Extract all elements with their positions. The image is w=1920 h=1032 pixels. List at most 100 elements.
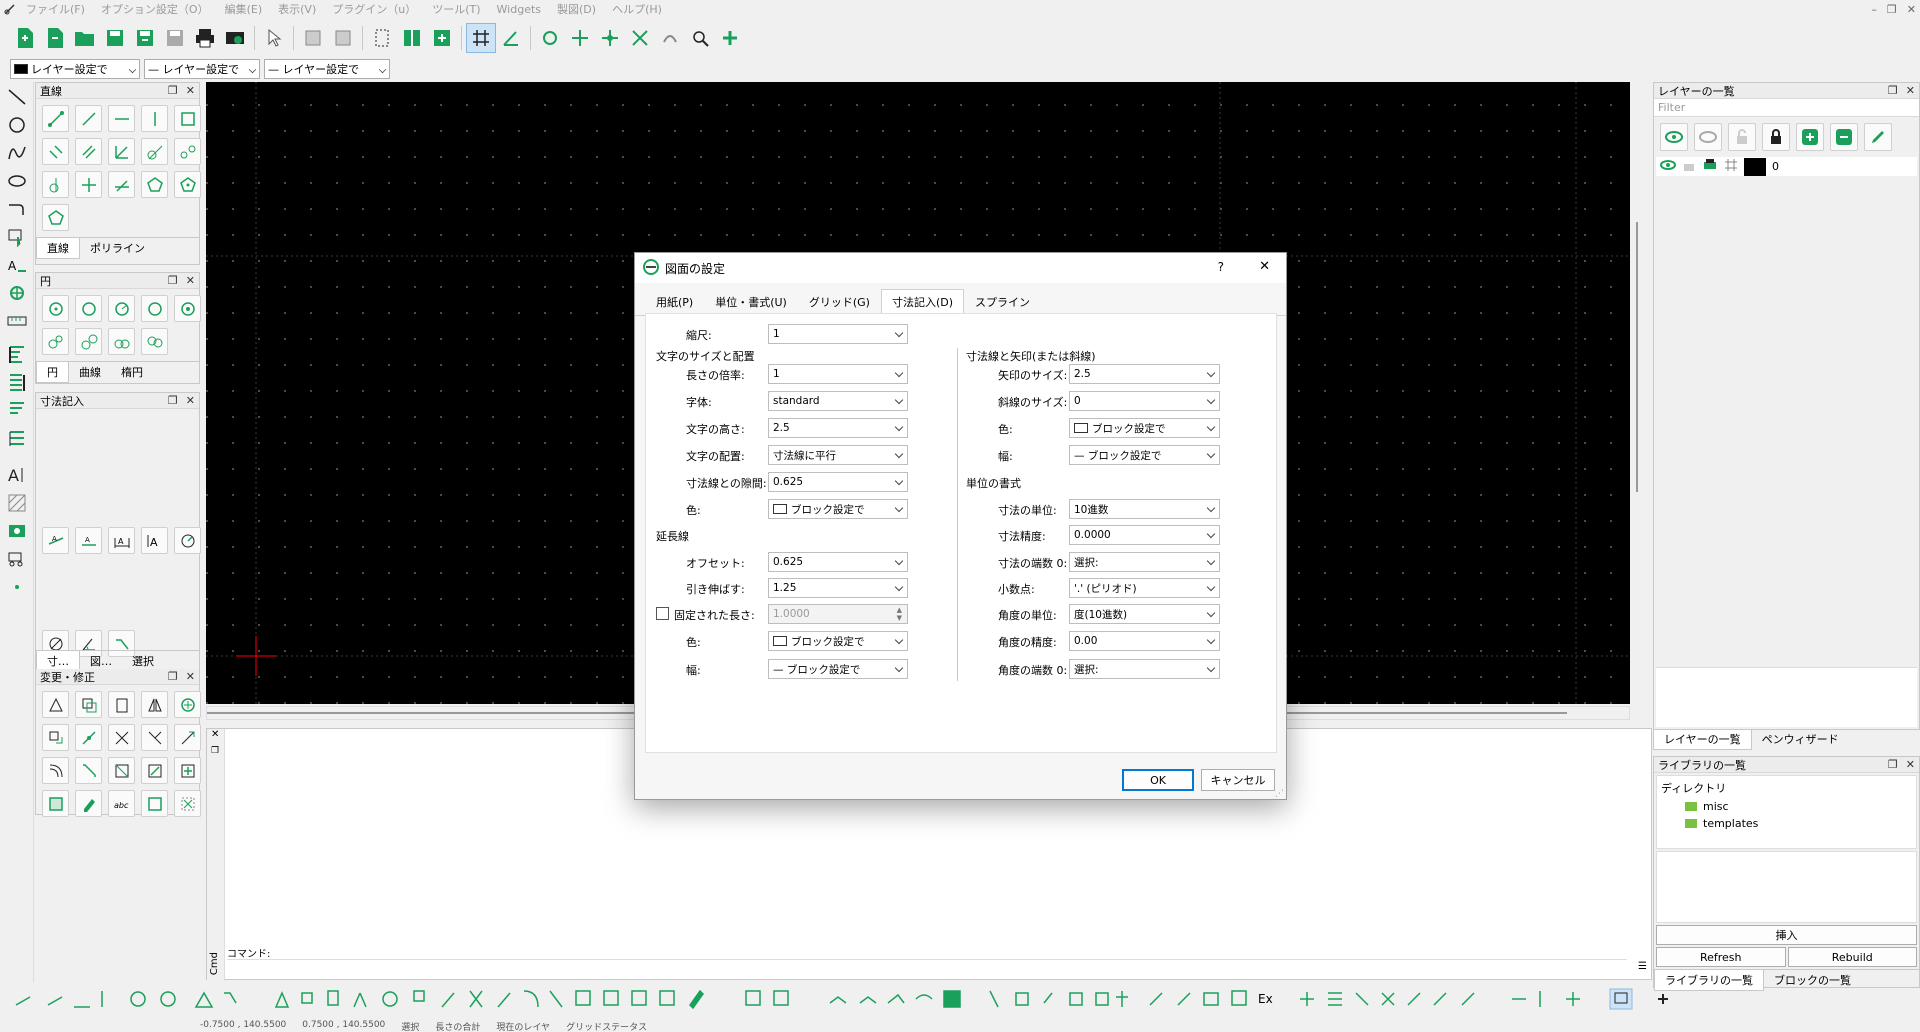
fixed-length-spinbox[interactable]: 1.0000 ▲ ▼ [768, 604, 908, 624]
angle-unit-combo[interactable]: 度(10進数) [1069, 604, 1220, 624]
undo-icon[interactable] [298, 23, 328, 53]
explode-icon[interactable]: abc [108, 790, 135, 817]
fillet-icon[interactable] [75, 757, 102, 784]
help-button[interactable]: ? [1218, 260, 1224, 274]
extend-combo[interactable]: 1.25 [768, 578, 908, 598]
gap-combo[interactable]: 0.625 [768, 472, 908, 492]
tab-dimensions[interactable]: 寸法記入(D) [880, 289, 965, 316]
polygon-2points-icon[interactable] [42, 204, 69, 231]
line-orthogonal-icon[interactable] [42, 171, 69, 198]
close-icon[interactable]: ✕ [186, 394, 195, 407]
remove-layer-icon[interactable] [1830, 123, 1858, 151]
line-parallel-through-icon[interactable] [75, 138, 102, 165]
lengthen-icon[interactable] [141, 724, 168, 751]
circle-center-radius-icon[interactable] [108, 295, 135, 322]
tab-ellipse[interactable]: 楕円 [111, 362, 153, 383]
offset-combo[interactable]: 0.625 [768, 552, 908, 572]
block-create-icon[interactable] [3, 546, 31, 572]
insert-block-icon[interactable] [427, 23, 457, 53]
revert-direction-icon[interactable] [174, 790, 201, 817]
minimize-icon[interactable]: – [1871, 0, 1877, 20]
dim-unit-combo[interactable]: 10進数 [1069, 499, 1220, 519]
copy-icon[interactable] [75, 691, 102, 718]
hatch-icon[interactable] [3, 490, 31, 516]
image-icon[interactable] [3, 518, 31, 544]
scale-icon[interactable] [174, 691, 201, 718]
close-icon[interactable]: ✕ [1907, 0, 1916, 20]
show-all-layers-icon[interactable] [1660, 123, 1688, 151]
menu-drafting[interactable]: 製図(D) [549, 0, 604, 20]
save-icon[interactable] [100, 23, 130, 53]
snap-center-icon[interactable] [655, 23, 685, 53]
new-file-icon[interactable] [10, 23, 40, 53]
refresh-button[interactable]: Refresh [1656, 947, 1786, 967]
fixed-length-checkbox[interactable] [656, 607, 669, 620]
tab-pen-wizard[interactable]: ペンウィザード [1752, 729, 1849, 750]
trim-icon[interactable] [75, 724, 102, 751]
circle-center-point-icon[interactable] [42, 295, 69, 322]
explode-text-icon[interactable] [141, 790, 168, 817]
tab-units[interactable]: 単位・書式(U) [704, 289, 798, 315]
float-icon[interactable]: ❐ [168, 670, 178, 683]
line-horizontal-icon[interactable] [108, 105, 135, 132]
snap-grid-icon[interactable] [565, 23, 595, 53]
pen-linetype-combo[interactable]: — レイヤー設定で [264, 59, 390, 79]
snap-middle-icon[interactable] [685, 23, 715, 53]
restore-icon[interactable]: ❐ [1887, 0, 1897, 20]
line-tangent2-icon[interactable] [174, 138, 201, 165]
menu-widgets[interactable]: Widgets [489, 0, 549, 20]
ext-color-combo[interactable]: ブロック設定で [768, 631, 908, 651]
circle-tangent2-icon[interactable] [42, 328, 69, 355]
ortho-icon[interactable] [496, 23, 526, 53]
folder-templates[interactable]: templates [1661, 817, 1912, 830]
length-factor-combo[interactable]: 1 [768, 364, 908, 384]
menu-plugins[interactable]: プラグイン（u） [324, 0, 424, 20]
text-align-combo[interactable]: 寸法線に平行 [768, 445, 908, 465]
snap-intersection-icon[interactable] [625, 23, 655, 53]
snap-free-icon[interactable] [535, 23, 565, 53]
tab-layer-list[interactable]: レイヤーの一覧 [1653, 729, 1752, 750]
snap-endpoint-icon[interactable] [595, 23, 625, 53]
float-icon[interactable]: ❐ [1888, 758, 1898, 771]
line-category-icon[interactable] [3, 84, 31, 110]
text-height-combo[interactable]: 2.5 [768, 418, 908, 438]
menu-view[interactable]: 表示(V) [270, 0, 324, 20]
dim-aligned-tool-icon[interactable]: A [42, 527, 69, 554]
angle-zero-combo[interactable]: 選択: [1069, 659, 1220, 679]
dim-precision-combo[interactable]: 0.0000 [1069, 525, 1220, 545]
menu-help[interactable]: ヘルプ(H) [604, 0, 670, 20]
polyline-category-icon[interactable] [3, 196, 31, 222]
float-icon[interactable]: ❐ [168, 394, 178, 407]
lock-all-icon[interactable] [1762, 123, 1790, 151]
print-preview-icon[interactable] [220, 23, 250, 53]
float-icon[interactable]: ❐ [168, 274, 178, 287]
tab-grid[interactable]: グリッド(G) [798, 289, 881, 315]
line-tangent-icon[interactable] [141, 138, 168, 165]
menu-tools[interactable]: ツール(T) [424, 0, 488, 20]
tab-circle[interactable]: 円 [36, 362, 69, 383]
circle-2points-icon[interactable] [75, 295, 102, 322]
history-icon[interactable]: ☰ [1638, 961, 1647, 972]
dim-radius-tool-icon[interactable] [174, 527, 201, 554]
delete-icon[interactable] [75, 790, 102, 817]
mirror-icon[interactable] [141, 691, 168, 718]
layer-visible-icon[interactable] [1660, 159, 1676, 174]
circle-category-icon[interactable] [3, 112, 31, 138]
dialog-close-button[interactable]: ✕ [1259, 259, 1270, 274]
curve-category-icon[interactable] [3, 140, 31, 166]
ext-width-combo[interactable]: — ブロック設定で [768, 659, 908, 679]
dimension-category-icon[interactable]: A [3, 252, 31, 278]
bevel-icon[interactable] [42, 757, 69, 784]
folder-misc[interactable]: misc [1661, 800, 1912, 813]
point-icon[interactable] [3, 574, 31, 600]
pen-color-combo[interactable]: レイヤー設定で [10, 59, 140, 79]
trim2-icon[interactable] [108, 724, 135, 751]
tab-spline[interactable]: スプライン [964, 289, 1041, 315]
circle-tangent-icon[interactable] [174, 295, 201, 322]
dim-vertical-tool-icon[interactable]: A [141, 527, 168, 554]
layer-filter-input[interactable]: Filter [1654, 99, 1919, 117]
properties-icon[interactable] [174, 757, 201, 784]
dim-vertical-icon[interactable] [3, 370, 31, 396]
insert-button[interactable]: 挿入 [1656, 925, 1917, 945]
modify-category-icon[interactable] [3, 280, 31, 306]
